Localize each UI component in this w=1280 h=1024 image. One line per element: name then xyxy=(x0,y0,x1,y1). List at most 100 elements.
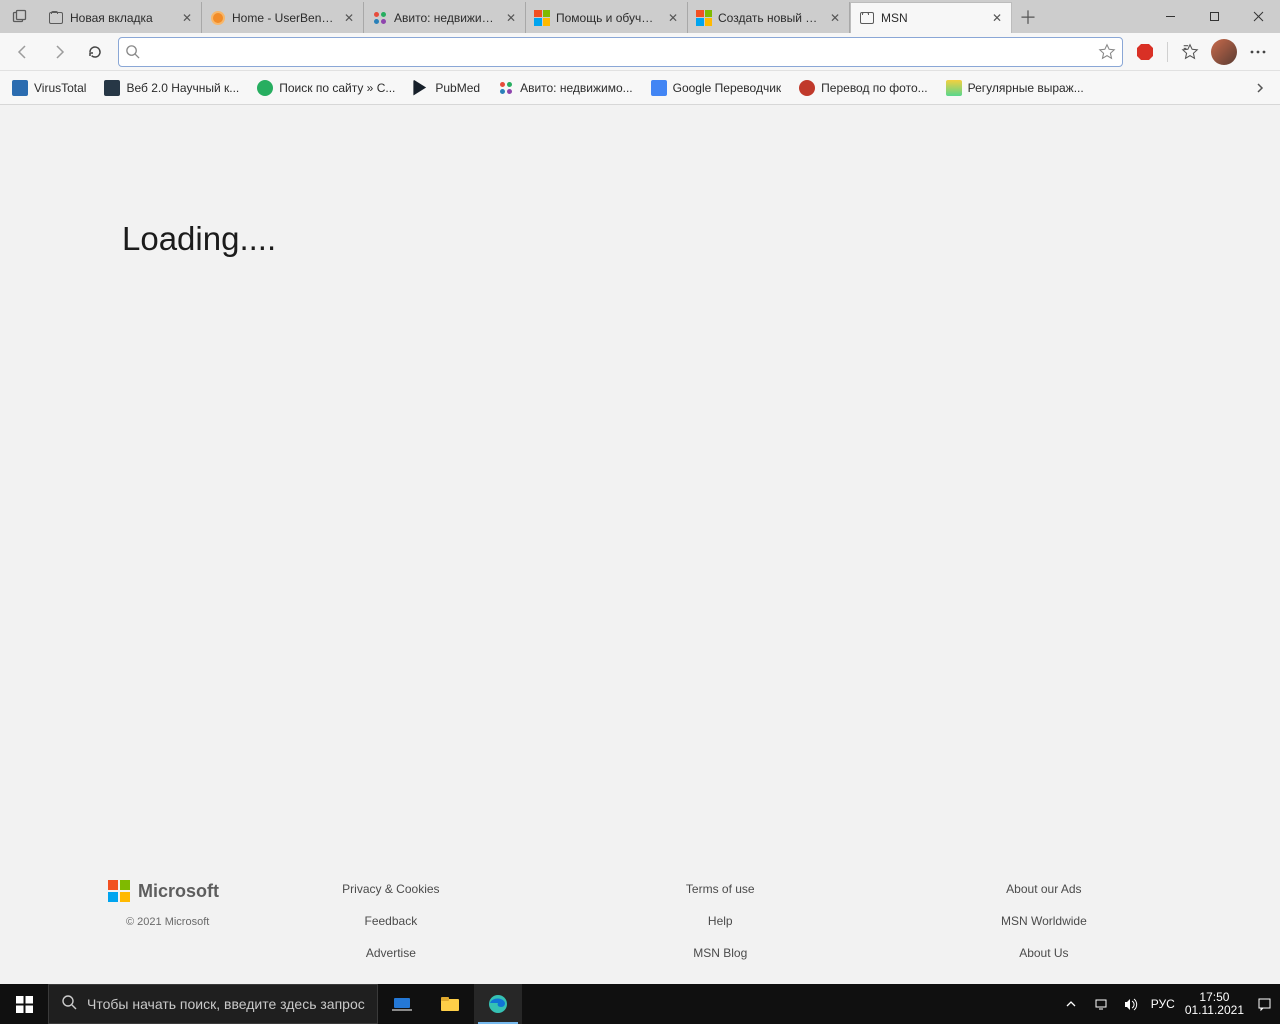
bookmark-gtranslate[interactable]: Google Переводчик xyxy=(645,75,788,101)
bookmarks-bar: VirusTotal Веб 2.0 Научный к... Поиск по… xyxy=(0,71,1280,105)
tab-title: Home - UserBenchmark xyxy=(232,11,335,25)
bookmark-label: Веб 2.0 Научный к... xyxy=(126,81,239,95)
bookmark-site-search[interactable]: Поиск по сайту » С... xyxy=(251,75,401,101)
taskbar: РУС 17:50 01.11.2021 xyxy=(0,984,1280,1024)
system-tray: РУС 17:50 01.11.2021 xyxy=(1055,984,1280,1024)
tab-title: Авито: недвижимость xyxy=(394,11,497,25)
tab-actions-button[interactable] xyxy=(0,0,40,33)
taskbar-app-edge[interactable] xyxy=(474,984,522,1024)
taskbar-app-explorer[interactable] xyxy=(426,984,474,1024)
address-bar[interactable] xyxy=(118,37,1123,67)
toolbar-divider xyxy=(1167,42,1168,62)
tab-msn[interactable]: MSN ✕ xyxy=(850,2,1012,33)
forward-button[interactable] xyxy=(42,36,76,68)
bookmark-label: VirusTotal xyxy=(34,81,86,95)
titlebar: Новая вкладка ✕ Home - UserBenchmark ✕ А… xyxy=(0,0,1280,33)
toolbar xyxy=(0,33,1280,71)
bookmark-label: PubMed xyxy=(435,81,480,95)
bookmark-pubmed[interactable]: PubMed xyxy=(407,75,486,101)
tab-favicon-icon xyxy=(534,10,550,26)
avatar-icon xyxy=(1211,39,1237,65)
footer-link-feedback[interactable]: Feedback xyxy=(365,914,418,928)
tab-new[interactable]: Новая вкладка ✕ xyxy=(40,2,202,33)
bookmark-favicon-icon xyxy=(12,80,28,96)
taskbar-app-laptop[interactable] xyxy=(378,984,426,1024)
tray-volume-icon[interactable] xyxy=(1121,997,1141,1012)
bookmark-favicon-icon xyxy=(799,80,815,96)
new-tab-button[interactable]: ＋ xyxy=(1012,0,1044,33)
profile-button[interactable] xyxy=(1208,36,1240,68)
footer-link-privacy[interactable]: Privacy & Cookies xyxy=(342,882,439,896)
tab-title: Помощь и обучение xyxy=(556,11,659,25)
search-icon xyxy=(61,994,77,1015)
tray-datetime[interactable]: 17:50 01.11.2021 xyxy=(1185,991,1244,1017)
bookmark-avito[interactable]: Авито: недвижимо... xyxy=(492,75,639,101)
tab-title: Новая вкладка xyxy=(70,11,173,25)
tab-favicon-icon xyxy=(48,10,64,26)
bookmark-photo-translate[interactable]: Перевод по фото... xyxy=(793,75,933,101)
bookmark-favicon-icon xyxy=(104,80,120,96)
tray-language[interactable]: РУС xyxy=(1151,997,1175,1011)
microsoft-brand: Microsoft © 2021 Microsoft xyxy=(108,880,219,928)
favorite-icon[interactable] xyxy=(1098,43,1116,61)
loading-text: Loading.... xyxy=(122,220,276,258)
page-content: Loading.... Microsoft © 2021 Microsoft P… xyxy=(0,105,1280,984)
back-button[interactable] xyxy=(6,36,40,68)
tab-close-icon[interactable]: ✕ xyxy=(503,10,519,26)
copyright-text: © 2021 Microsoft xyxy=(108,916,219,928)
minimize-button[interactable] xyxy=(1148,0,1192,33)
start-button[interactable] xyxy=(0,984,48,1024)
tab-close-icon[interactable]: ✕ xyxy=(341,10,357,26)
tab-favicon-icon xyxy=(372,10,388,26)
tray-notifications-icon[interactable] xyxy=(1254,997,1274,1012)
bookmark-favicon-icon xyxy=(498,80,514,96)
tab-close-icon[interactable]: ✕ xyxy=(665,10,681,26)
bookmark-favicon-icon xyxy=(946,80,962,96)
footer-link-aboutus[interactable]: About Us xyxy=(1019,946,1068,960)
bookmark-label: Google Переводчик xyxy=(673,81,782,95)
bookmark-favicon-icon xyxy=(651,80,667,96)
taskbar-search-input[interactable] xyxy=(87,996,365,1012)
footer-link-terms[interactable]: Terms of use xyxy=(686,882,755,896)
microsoft-logo-icon xyxy=(108,880,130,902)
reload-button[interactable] xyxy=(78,36,112,68)
address-input[interactable] xyxy=(148,44,1090,60)
menu-button[interactable] xyxy=(1242,36,1274,68)
bookmark-label: Перевод по фото... xyxy=(821,81,927,95)
bookmark-favicon-icon xyxy=(413,80,429,96)
tab-close-icon[interactable]: ✕ xyxy=(179,10,195,26)
bookmark-label: Поиск по сайту » С... xyxy=(279,81,395,95)
bookmark-regex[interactable]: Регулярные выраж... xyxy=(940,75,1090,101)
tab-title: MSN xyxy=(881,11,983,25)
microsoft-wordmark: Microsoft xyxy=(138,881,219,902)
bookmarks-overflow-button[interactable] xyxy=(1246,81,1274,95)
footer-link-advertise[interactable]: Advertise xyxy=(366,946,416,960)
tray-network-icon[interactable] xyxy=(1091,997,1111,1011)
footer-link-msnblog[interactable]: MSN Blog xyxy=(693,946,747,960)
search-icon xyxy=(125,44,140,59)
footer-link-help[interactable]: Help xyxy=(708,914,733,928)
bookmark-virustotal[interactable]: VirusTotal xyxy=(6,75,92,101)
tab-avito[interactable]: Авито: недвижимость ✕ xyxy=(364,2,526,33)
tab-close-icon[interactable]: ✕ xyxy=(827,10,843,26)
bookmark-label: Авито: недвижимо... xyxy=(520,81,633,95)
microsoft-logo[interactable]: Microsoft xyxy=(108,880,219,902)
tab-new-question[interactable]: Создать новый вопрос ✕ xyxy=(688,2,850,33)
favorites-button[interactable] xyxy=(1174,36,1206,68)
close-window-button[interactable] xyxy=(1236,0,1280,33)
taskbar-search[interactable] xyxy=(48,984,378,1024)
page-footer: Microsoft © 2021 Microsoft Privacy & Coo… xyxy=(0,874,1280,984)
tab-close-icon[interactable]: ✕ xyxy=(989,10,1005,26)
tab-userbench[interactable]: Home - UserBenchmark ✕ xyxy=(202,2,364,33)
extension-adblock-icon[interactable] xyxy=(1129,36,1161,68)
bookmark-web20[interactable]: Веб 2.0 Научный к... xyxy=(98,75,245,101)
tray-chevron-up-icon[interactable] xyxy=(1061,998,1081,1010)
maximize-button[interactable] xyxy=(1192,0,1236,33)
bookmark-label: Регулярные выраж... xyxy=(968,81,1084,95)
window-controls xyxy=(1148,0,1280,33)
tab-title: Создать новый вопрос xyxy=(718,11,821,25)
tab-help[interactable]: Помощь и обучение ✕ xyxy=(526,2,688,33)
footer-link-aboutads[interactable]: About our Ads xyxy=(1006,882,1081,896)
tab-favicon-icon xyxy=(859,10,875,26)
footer-link-worldwide[interactable]: MSN Worldwide xyxy=(1001,914,1087,928)
